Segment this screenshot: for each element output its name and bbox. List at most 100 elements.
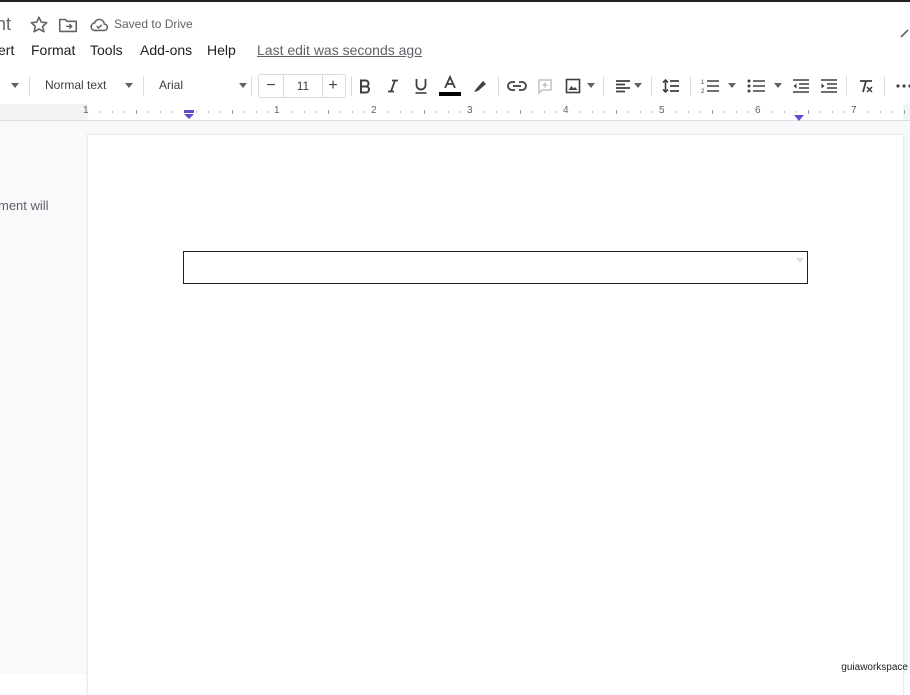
- menu-help[interactable]: Help: [207, 42, 236, 58]
- ruler-number: 1: [274, 105, 280, 116]
- toolbar-divider: [143, 76, 144, 96]
- ruler-tick: [712, 110, 713, 114]
- clear-formatting-icon[interactable]: [854, 74, 878, 98]
- menu-tools[interactable]: Tools: [90, 42, 123, 58]
- bold-icon[interactable]: [353, 74, 377, 98]
- highlight-color-icon[interactable]: [468, 74, 492, 98]
- chevron-down-icon[interactable]: [634, 83, 642, 88]
- menu-bar: ert Format Tools Add-ons Help Last edit …: [0, 40, 910, 62]
- watermark-text: guiaworkspace: [841, 662, 908, 673]
- ruler-tick: [448, 111, 449, 113]
- increase-font-size-button[interactable]: +: [321, 75, 345, 97]
- ruler-tick: [616, 110, 617, 114]
- toolbar-divider: [498, 76, 499, 96]
- ruler-tick: [316, 111, 317, 113]
- increase-indent-icon[interactable]: [817, 74, 841, 98]
- ruler-tick: [136, 110, 137, 114]
- last-edit-link[interactable]: Last edit was seconds ago: [257, 42, 422, 58]
- bulleted-list-icon[interactable]: [744, 74, 768, 98]
- numbered-list-icon[interactable]: 12: [698, 74, 722, 98]
- toolbar-divider: [884, 76, 885, 96]
- toolbar-divider: [690, 76, 691, 96]
- ruler-tick: [544, 111, 545, 113]
- ruler-tick: [112, 111, 113, 113]
- chevron-down-icon[interactable]: [587, 83, 595, 88]
- font-family-dropdown[interactable]: Arial: [159, 78, 183, 92]
- ruler-number: 2: [371, 105, 377, 116]
- insert-image-icon[interactable]: [561, 74, 585, 98]
- ruler-tick: [532, 111, 533, 113]
- table-cell[interactable]: [183, 251, 808, 284]
- edit-pencil-icon[interactable]: [898, 26, 910, 45]
- ruler-tick: [364, 111, 365, 113]
- outline-panel-text: ment will: [0, 198, 49, 213]
- ruler-tick: [412, 111, 413, 113]
- chevron-down-icon[interactable]: [796, 258, 804, 263]
- more-options-icon[interactable]: [892, 74, 910, 98]
- chevron-down-icon[interactable]: [239, 83, 247, 88]
- ruler-number: 6: [755, 105, 761, 116]
- chevron-down-icon[interactable]: [728, 83, 736, 88]
- insert-link-icon[interactable]: [505, 74, 529, 98]
- ruler-tick: [124, 111, 125, 113]
- ruler-tick: [628, 111, 629, 113]
- text-color-icon[interactable]: [438, 74, 462, 98]
- ruler-tick: [688, 111, 689, 113]
- ruler-tick: [520, 110, 521, 114]
- zoom-dropdown-caret[interactable]: [11, 83, 19, 88]
- ruler-tick: [556, 111, 557, 113]
- underline-icon[interactable]: [409, 74, 433, 98]
- ruler-tick: [508, 111, 509, 113]
- decrease-font-size-button[interactable]: −: [259, 75, 283, 97]
- ruler-tick: [352, 111, 353, 113]
- ruler-tick: [460, 111, 461, 113]
- folder-move-icon[interactable]: [57, 14, 79, 36]
- chevron-down-icon[interactable]: [774, 83, 782, 88]
- decrease-indent-icon[interactable]: [789, 74, 813, 98]
- title-bar: nt Saved to Drive: [0, 2, 910, 42]
- ruler-tick: [604, 111, 605, 113]
- toolbar-divider: [29, 76, 30, 96]
- formatting-toolbar: Normal text Arial − 11 + 1 2: [0, 70, 910, 102]
- ruler-tick: [220, 111, 221, 113]
- ruler-tick: [652, 111, 653, 113]
- ruler-tick: [340, 111, 341, 113]
- chevron-down-icon[interactable]: [125, 83, 133, 88]
- ruler-tick: [388, 111, 389, 113]
- line-spacing-icon[interactable]: [659, 74, 683, 98]
- ruler-tick: [424, 110, 425, 114]
- ruler-number: 3: [467, 105, 473, 116]
- ruler-tick: [484, 111, 485, 113]
- paragraph-style-dropdown[interactable]: Normal text: [45, 78, 106, 92]
- ruler-tick: [808, 110, 809, 114]
- ruler-tick: [160, 111, 161, 113]
- ruler-tick: [892, 111, 893, 113]
- ruler-tick: [844, 111, 845, 113]
- ruler-tick: [904, 110, 905, 114]
- ruler-tick: [148, 111, 149, 113]
- save-status: Saved to Drive: [114, 17, 193, 31]
- font-size-stepper: − 11 +: [258, 74, 346, 98]
- ruler-number: 4: [563, 105, 569, 116]
- ruler-tick: [100, 111, 101, 113]
- italic-icon[interactable]: [381, 74, 405, 98]
- menu-insert[interactable]: ert: [0, 42, 14, 58]
- document-canvas: ment will guiaworkspace: [0, 121, 910, 695]
- document-title[interactable]: nt: [0, 14, 11, 35]
- toolbar-divider: [603, 76, 604, 96]
- ruler-tick: [724, 111, 725, 113]
- menu-format[interactable]: Format: [31, 42, 75, 58]
- ruler-tick: [232, 110, 233, 114]
- font-size-input[interactable]: 11: [283, 75, 323, 97]
- ruler-tick: [244, 111, 245, 113]
- ruler-tick: [772, 111, 773, 113]
- star-icon[interactable]: [28, 14, 50, 36]
- ruler-tick: [748, 111, 749, 113]
- ruler-tick: [400, 111, 401, 113]
- menu-add-ons[interactable]: Add-ons: [140, 42, 192, 58]
- ruler-number: 7: [851, 105, 857, 116]
- ruler-tick: [172, 111, 173, 113]
- align-left-icon[interactable]: [611, 74, 635, 98]
- cloud-done-icon: [88, 15, 110, 37]
- document-page[interactable]: [88, 135, 903, 695]
